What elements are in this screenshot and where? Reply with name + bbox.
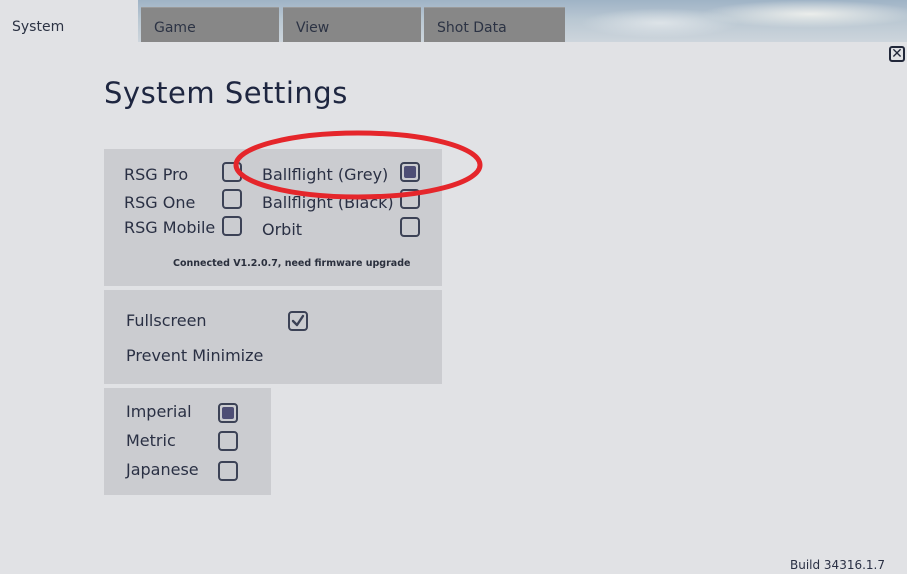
fullscreen-label: Fullscreen — [126, 311, 207, 330]
ballflight-black-checkbox[interactable] — [400, 189, 420, 209]
checkmark-icon — [291, 314, 305, 327]
tab-system[interactable]: System — [0, 0, 138, 42]
prevent-minimize-label: Prevent Minimize — [126, 346, 264, 365]
imperial-checkbox[interactable] — [218, 403, 238, 423]
option-label-rsg-one: RSG One — [124, 193, 196, 212]
metric-checkbox[interactable] — [218, 431, 238, 451]
rsg-mobile-checkbox[interactable] — [222, 216, 242, 236]
ballflight-grey-checkbox[interactable] — [400, 162, 420, 182]
rsg-one-checkbox[interactable] — [222, 189, 242, 209]
tab-view[interactable]: View — [283, 7, 421, 42]
orbit-checkbox[interactable] — [400, 217, 420, 237]
rsg-pro-checkbox[interactable] — [222, 162, 242, 182]
fullscreen-checkbox[interactable] — [288, 311, 308, 331]
option-label-rsg-pro: RSG Pro — [124, 165, 189, 184]
option-label-ballflight-black: Ballflight (Black) — [262, 193, 394, 212]
device-panel: RSG Pro RSG One RSG Mobile Ballflight (G… — [104, 149, 442, 286]
japanese-checkbox[interactable] — [218, 461, 238, 481]
units-panel: Imperial Metric Japanese — [104, 388, 271, 495]
connection-status: Connected V1.2.0.7, need firmware upgrad… — [173, 258, 411, 269]
display-panel: Fullscreen Prevent Minimize — [104, 290, 442, 384]
tab-shot-data[interactable]: Shot Data — [424, 7, 565, 42]
option-label-ballflight-grey: Ballflight (Grey) — [262, 165, 389, 184]
tab-game[interactable]: Game — [141, 7, 279, 42]
imperial-label: Imperial — [126, 402, 192, 421]
build-version: Build 34316.1.7 — [789, 558, 885, 572]
page-title: System Settings — [104, 76, 348, 110]
option-label-rsg-mobile: RSG Mobile — [124, 218, 216, 237]
option-label-orbit: Orbit — [262, 220, 303, 239]
japanese-label: Japanese — [126, 460, 199, 479]
metric-label: Metric — [126, 431, 176, 450]
close-icon[interactable]: ✕ — [889, 46, 905, 62]
cloud-decoration — [700, 0, 907, 28]
